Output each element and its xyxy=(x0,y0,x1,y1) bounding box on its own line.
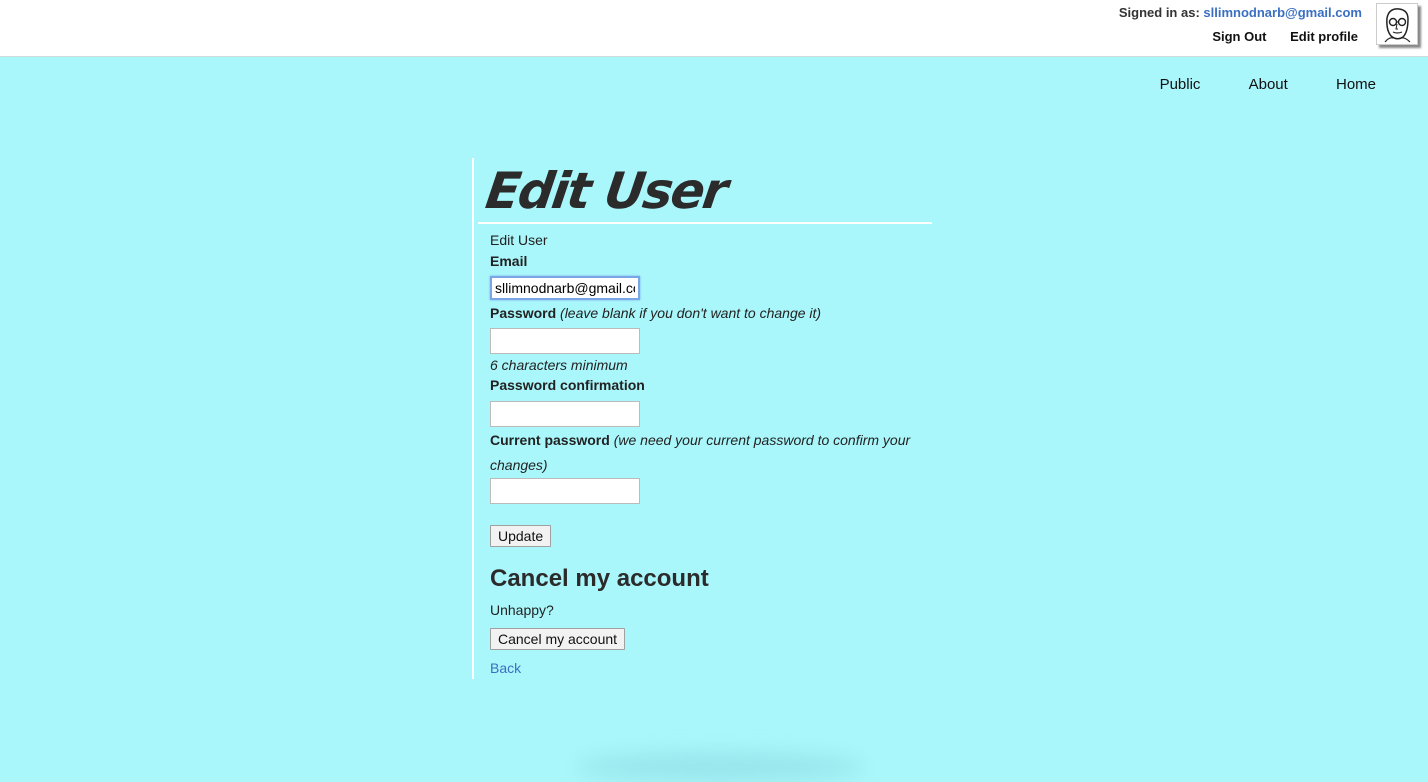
password-hint: (leave blank if you don't want to change… xyxy=(560,305,822,321)
edit-user-form: Edit User Email Password (leave blank if… xyxy=(474,231,932,676)
current-password-label: Current password xyxy=(490,432,610,448)
nav-public-link[interactable]: Public xyxy=(1160,76,1201,93)
cancel-account-text: Unhappy? xyxy=(490,602,554,618)
title-divider xyxy=(478,222,932,224)
edit-user-panel: Edit User Edit User Email Password (leav… xyxy=(472,158,932,679)
main-nav: Public About Home xyxy=(1116,76,1376,93)
update-button[interactable]: Update xyxy=(490,525,552,547)
page-title: Edit User xyxy=(482,162,730,220)
back-link[interactable]: Back xyxy=(490,660,521,676)
signed-in-status: Signed in as: sllimnodnarb@gmail.com xyxy=(1119,5,1362,20)
nav-about-link[interactable]: About xyxy=(1249,76,1288,93)
password-confirmation-label: Password confirmation xyxy=(490,377,645,393)
account-links: Sign Out Edit profile xyxy=(1192,29,1358,44)
top-bar: Signed in as: sllimnodnarb@gmail.com Sig… xyxy=(0,0,1428,57)
password-label-row: Password (leave blank if you don't want … xyxy=(490,304,932,322)
cancel-account-button[interactable]: Cancel my account xyxy=(490,628,626,650)
password-field[interactable] xyxy=(490,328,640,354)
signed-in-email-link[interactable]: sllimnodnarb@gmail.com xyxy=(1203,5,1362,20)
password-label: Password xyxy=(490,305,557,321)
decorative-shadow xyxy=(575,752,865,782)
form-subheading: Edit User xyxy=(490,232,548,248)
back-link-row: Back xyxy=(490,660,932,676)
sign-out-link[interactable]: Sign Out xyxy=(1212,29,1266,44)
password-min-hint: 6 characters minimum xyxy=(490,357,628,373)
current-password-label-row: Current password (we need your current p… xyxy=(490,428,930,478)
signed-in-label: Signed in as: xyxy=(1118,5,1200,20)
password-confirmation-field[interactable] xyxy=(490,401,640,427)
user-avatar-sketch-icon[interactable] xyxy=(1376,3,1418,45)
current-password-field[interactable] xyxy=(490,478,640,504)
edit-profile-link[interactable]: Edit profile xyxy=(1290,29,1358,44)
email-label: Email xyxy=(490,253,528,269)
nav-home-link[interactable]: Home xyxy=(1336,76,1376,93)
cancel-account-heading: Cancel my account xyxy=(490,565,709,592)
email-field[interactable] xyxy=(490,276,640,300)
avatar-drawing xyxy=(1384,8,1411,43)
